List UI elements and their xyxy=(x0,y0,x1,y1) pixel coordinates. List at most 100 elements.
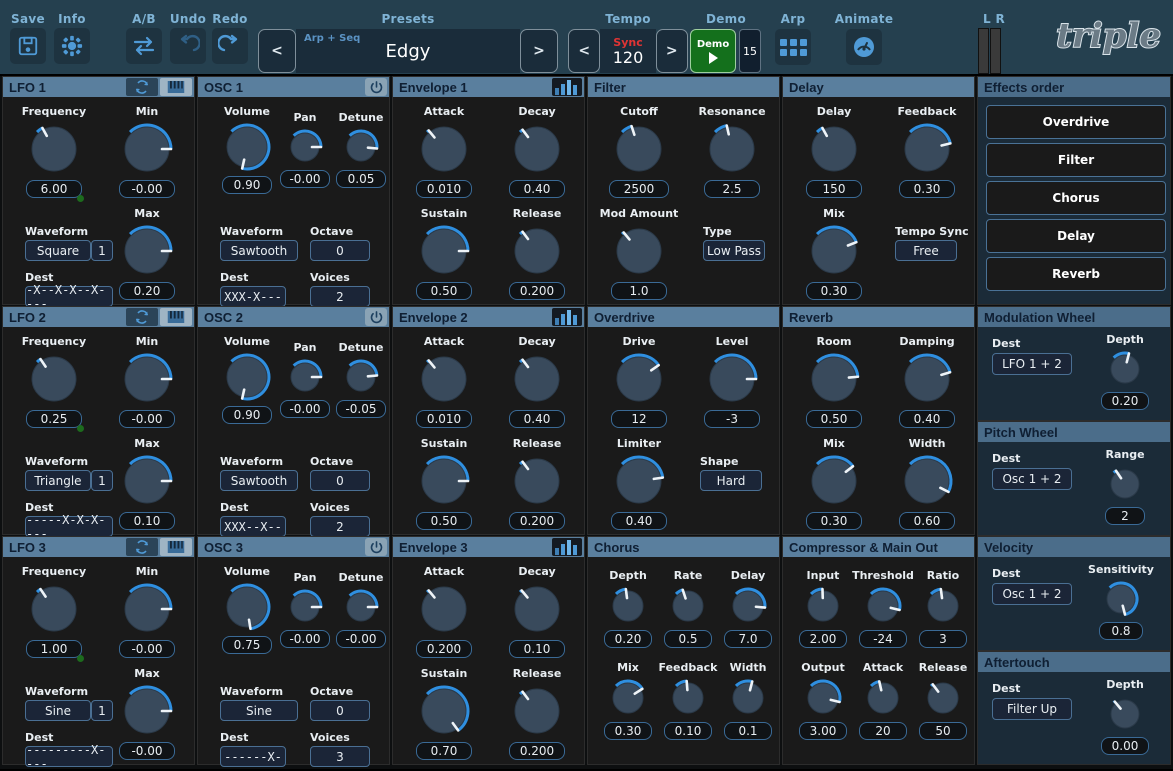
panel-header-icons[interactable] xyxy=(126,78,192,96)
knob-value[interactable]: 0.010 xyxy=(416,180,472,198)
knob-value[interactable]: -0.00 xyxy=(280,170,330,188)
knob-dial[interactable] xyxy=(611,453,667,509)
knob-dial[interactable] xyxy=(416,223,472,279)
octave-field[interactable]: 0 xyxy=(310,700,370,721)
knob-dial[interactable] xyxy=(509,351,565,407)
knob-value[interactable]: 0.90 xyxy=(222,176,272,194)
knob-dial[interactable] xyxy=(416,351,472,407)
knob-value[interactable]: 0.70 xyxy=(416,742,472,760)
knob-dial[interactable] xyxy=(416,581,472,637)
knob-dial[interactable] xyxy=(704,121,760,177)
tempo-display[interactable]: Sync 120 xyxy=(600,29,655,73)
knob-value[interactable]: 0.20 xyxy=(604,630,652,648)
knob-dial[interactable] xyxy=(727,585,769,627)
preset-next-button[interactable]: > xyxy=(520,29,558,73)
knob-value[interactable]: -0.00 xyxy=(280,400,330,418)
waveform-select[interactable]: Sine xyxy=(220,700,298,721)
pitch-dest-select[interactable]: Osc 1 + 2 xyxy=(992,468,1072,490)
knob-value[interactable]: 0.50 xyxy=(806,410,862,428)
knob-dial[interactable] xyxy=(26,581,82,637)
mod-dest-select[interactable]: LFO 1 + 2 xyxy=(992,353,1072,375)
demo-index-field[interactable]: 15 xyxy=(739,29,761,73)
knob-dial[interactable] xyxy=(221,351,273,403)
knob-dial[interactable] xyxy=(802,585,844,627)
osc-power-icon[interactable] xyxy=(365,78,387,96)
octave-field[interactable]: 0 xyxy=(310,470,370,491)
knob-dial[interactable] xyxy=(416,121,472,177)
fx-order-item-filter[interactable]: Filter xyxy=(986,143,1166,177)
knob-value[interactable]: 3.00 xyxy=(799,722,847,740)
knob-dial[interactable] xyxy=(119,453,175,509)
knob-dial[interactable] xyxy=(667,585,709,627)
dest-field[interactable]: -X--X-X--X---- xyxy=(25,286,113,307)
dest-field[interactable]: ------X- xyxy=(220,746,286,767)
knob-value[interactable]: 0.30 xyxy=(806,282,862,300)
knob-dial[interactable] xyxy=(509,121,565,177)
waveform-select[interactable]: Sawtooth xyxy=(220,240,298,261)
knob-dial[interactable] xyxy=(922,677,964,719)
knob-dial[interactable] xyxy=(862,677,904,719)
knob-value[interactable]: 0.00 xyxy=(1101,737,1149,755)
knob-dial[interactable] xyxy=(285,357,325,397)
knob-dial[interactable] xyxy=(285,127,325,167)
knob-value[interactable]: 0.25 xyxy=(26,410,82,428)
knob-value[interactable]: -0.00 xyxy=(119,742,175,760)
preset-prev-button[interactable]: < xyxy=(258,29,296,73)
knob-value[interactable]: 150 xyxy=(806,180,862,198)
knob-dial[interactable] xyxy=(1101,579,1141,619)
knob-value[interactable]: 0.40 xyxy=(509,180,565,198)
dest-field[interactable]: XXX--X-- xyxy=(220,516,286,537)
lfo-retrigger-icon[interactable] xyxy=(126,308,158,326)
panel-header-icons[interactable] xyxy=(365,538,387,556)
knob-value[interactable]: 0.30 xyxy=(899,180,955,198)
knob-dial[interactable] xyxy=(611,223,667,279)
knob-dial[interactable] xyxy=(509,223,565,279)
knob-value[interactable]: 0.50 xyxy=(416,282,472,300)
knob-dial[interactable] xyxy=(509,581,565,637)
knob-dial[interactable] xyxy=(727,677,769,719)
knob-value[interactable]: 6.00 xyxy=(26,180,82,198)
shape-select[interactable]: Hard xyxy=(700,470,762,491)
knob-value[interactable]: -24 xyxy=(859,630,907,648)
knob-dial[interactable] xyxy=(26,121,82,177)
knob-value[interactable]: 0.200 xyxy=(509,282,565,300)
knob-dial[interactable] xyxy=(806,453,862,509)
fx-order-item-reverb[interactable]: Reverb xyxy=(986,257,1166,291)
panel-header-icons[interactable] xyxy=(126,538,192,556)
knob-dial[interactable] xyxy=(341,587,381,627)
knob-value[interactable]: 12 xyxy=(611,410,667,428)
knob-dial[interactable] xyxy=(341,357,381,397)
tempo-sync-select[interactable]: Free xyxy=(895,240,957,261)
tempo-next-button[interactable]: > xyxy=(656,29,688,73)
knob-dial[interactable] xyxy=(119,121,175,177)
knob-value[interactable]: 0.50 xyxy=(416,512,472,530)
animate-button[interactable] xyxy=(846,29,882,65)
dest-field[interactable]: XXX-X--- xyxy=(220,286,286,307)
knob-dial[interactable] xyxy=(1105,694,1145,734)
knob-value[interactable]: 0.30 xyxy=(806,512,862,530)
knob-value[interactable]: -3 xyxy=(704,410,760,428)
knob-value[interactable]: 0.1 xyxy=(724,722,772,740)
knob-dial[interactable] xyxy=(899,121,955,177)
dest-field[interactable]: -----X-X-X---- xyxy=(25,516,113,537)
knob-dial[interactable] xyxy=(119,581,175,637)
knob-value[interactable]: 50 xyxy=(919,722,967,740)
knob-dial[interactable] xyxy=(611,121,667,177)
knob-value[interactable]: -0.00 xyxy=(119,180,175,198)
fx-order-item-overdrive[interactable]: Overdrive xyxy=(986,105,1166,139)
knob-value[interactable]: -0.05 xyxy=(336,400,386,418)
knob-value[interactable]: 0.10 xyxy=(664,722,712,740)
knob-value[interactable]: 0.8 xyxy=(1099,622,1143,640)
knob-value[interactable]: 3 xyxy=(919,630,967,648)
tempo-prev-button[interactable]: < xyxy=(568,29,600,73)
knob-value[interactable]: -0.00 xyxy=(280,630,330,648)
knob-value[interactable]: 2.5 xyxy=(704,180,760,198)
knob-dial[interactable] xyxy=(899,351,955,407)
lfo-sequencer-icon[interactable] xyxy=(160,538,192,556)
waveform-number-field[interactable]: 1 xyxy=(91,470,113,491)
velocity-dest-select[interactable]: Osc 1 + 2 xyxy=(992,583,1072,605)
knob-dial[interactable] xyxy=(899,453,955,509)
knob-dial[interactable] xyxy=(1105,349,1145,389)
knob-value[interactable]: 1.00 xyxy=(26,640,82,658)
demo-play-button[interactable]: Demo xyxy=(690,29,736,73)
